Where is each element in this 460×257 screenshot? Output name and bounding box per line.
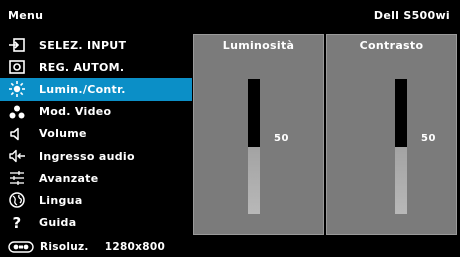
language-icon	[8, 192, 26, 209]
menu-item-label: Guida	[39, 216, 77, 230]
contrast-slider-track	[395, 79, 407, 147]
brightness-slider-track	[248, 79, 260, 147]
menu-item-label: Volume	[39, 127, 87, 141]
menu-item-language[interactable]: Lingua	[0, 189, 192, 211]
help-icon: ?	[12, 213, 22, 232]
brightness-value: 50	[274, 133, 289, 144]
projector-osd: Menu Dell S500wi SELEZ. INPUT REG. AUTOM…	[0, 0, 460, 257]
main-menu: SELEZ. INPUT REG. AUTOM. Lumin./Contr. M…	[0, 34, 192, 234]
menu-item-input-select[interactable]: SELEZ. INPUT	[0, 34, 192, 56]
menu-item-volume[interactable]: Volume	[0, 123, 192, 145]
resolution-value: 1280x800	[104, 241, 166, 253]
resolution-icon	[8, 240, 34, 254]
menu-item-video-mode[interactable]: Mod. Video	[0, 101, 192, 123]
menu-item-label: Ingresso audio	[39, 149, 135, 163]
menu-item-label: Mod. Video	[39, 105, 112, 119]
input-source-icon	[8, 37, 26, 53]
menu-item-label: SELEZ. INPUT	[39, 38, 127, 52]
contrast-slider[interactable]	[395, 79, 407, 214]
brightness-slider-fill	[248, 146, 260, 214]
menu-item-auto-adjust[interactable]: REG. AUTOM.	[0, 56, 192, 78]
contrast-value: 50	[421, 133, 436, 144]
advanced-settings-icon	[8, 170, 26, 186]
contrast-title: Contrasto	[359, 39, 424, 52]
menu-item-label: REG. AUTOM.	[39, 60, 125, 74]
brightness-panel: Luminosità 50	[193, 34, 324, 235]
contrast-slider-fill	[395, 146, 407, 214]
header-bar: Menu Dell S500wi	[0, 0, 460, 30]
menu-item-label: Avanzate	[39, 171, 99, 185]
brightness-slider[interactable]	[248, 79, 260, 214]
menu-item-advanced[interactable]: Avanzate	[0, 167, 192, 189]
status-bar: Risoluz. 1280x800	[0, 237, 460, 257]
menu-item-label: Lingua	[39, 193, 83, 207]
video-mode-icon	[8, 104, 26, 120]
menu-item-help[interactable]: ? Guida	[0, 212, 192, 234]
auto-adjust-icon	[8, 59, 26, 75]
menu-item-label: Lumin./Contr.	[39, 82, 126, 96]
menu-item-brightness-contrast[interactable]: Lumin./Contr.	[0, 78, 192, 101]
resolution-label: Risoluz.	[40, 241, 89, 253]
menu-title: Menu	[8, 8, 44, 22]
audio-input-icon	[8, 148, 26, 164]
contrast-panel: Contrasto 50	[326, 34, 457, 235]
brightness-title: Luminosità	[222, 39, 295, 52]
volume-icon	[8, 126, 26, 142]
brightness-icon	[8, 81, 26, 98]
menu-item-audio-input[interactable]: Ingresso audio	[0, 145, 192, 167]
model-name: Dell S500wi	[373, 8, 450, 22]
